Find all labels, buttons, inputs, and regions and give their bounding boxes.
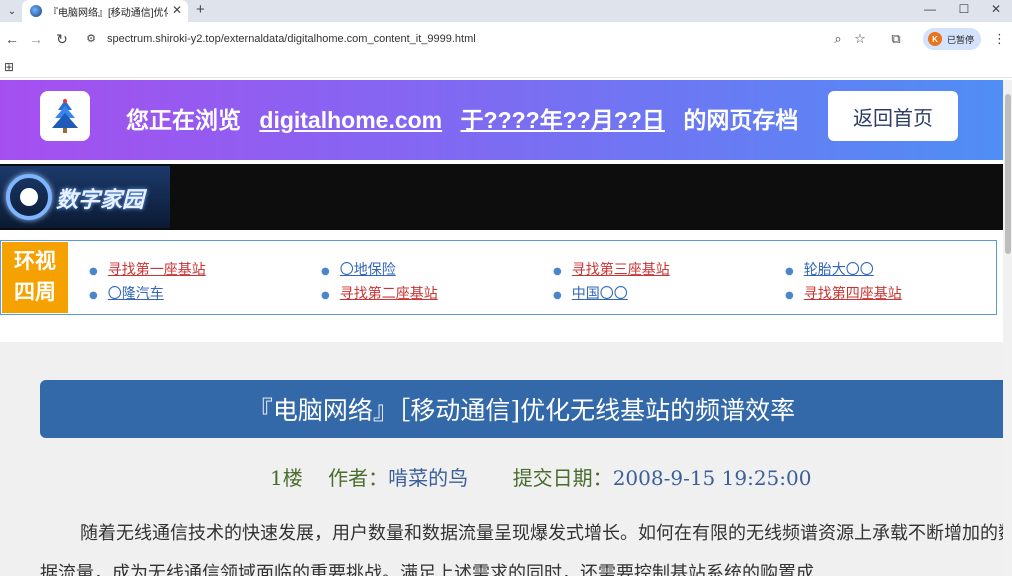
post-date: 2008-9-15 19:25:00 xyxy=(612,466,812,490)
bookmark-star-icon[interactable]: ☆ xyxy=(851,31,869,47)
archive-suffix: 的网页存档 xyxy=(683,107,799,133)
nav-list-item: ● 〇地保险 xyxy=(321,262,396,278)
maximize-icon[interactable]: ☐ xyxy=(949,2,979,16)
window-close-icon[interactable]: ✕ xyxy=(981,2,1011,16)
nav-link[interactable]: 寻找第二座基站 xyxy=(340,286,438,302)
return-home-button[interactable]: 返回首页 xyxy=(828,91,958,141)
tab-title: 『电脑网络』[移动通信]优化无 xyxy=(48,7,168,19)
nav-list-item: ● 轮胎大〇〇 xyxy=(785,262,874,278)
archive-logo[interactable] xyxy=(40,91,90,141)
nav-link[interactable]: 寻找第一座基站 xyxy=(108,262,206,278)
site-logo-text: 数字家园 xyxy=(56,187,145,212)
surroundings-nav: 环视 四周 ● 寻找第一座基站 ● 〇隆汽车 ● 〇地保险 ● 寻找第二座基站 ● 寻找第… xyxy=(0,240,997,315)
nav-column: ● 〇地保险 ● 寻找第二座基站 xyxy=(321,259,438,307)
nav-list-item: ● 寻找第一座基站 xyxy=(89,262,206,278)
menu-dots-icon[interactable]: ⋮ xyxy=(993,31,1006,47)
favicon-icon xyxy=(30,5,42,17)
nav-column: ● 轮胎大〇〇 ● 寻找第四座基站 xyxy=(785,259,902,307)
profile-button[interactable]: K 已暂停 xyxy=(923,28,981,50)
browser-tab[interactable]: 『电脑网络』[移动通信]优化无 ✕ xyxy=(22,0,188,22)
nav-list-item: ● 寻找第二座基站 xyxy=(321,286,438,302)
archive-domain-link[interactable]: digitalhome.com xyxy=(259,107,442,133)
archive-banner: 您正在浏览 digitalhome.com 于????年??月??日 的网页存档… xyxy=(0,80,1003,160)
address-bar[interactable]: spectrum.shiroki-y2.top/externaldata/dig… xyxy=(107,33,476,45)
nav-link[interactable]: 〇隆汽车 xyxy=(108,286,164,302)
bookmarks-bar: ⊞ xyxy=(0,56,1012,78)
archive-date[interactable]: 于????年??月??日 xyxy=(461,107,665,133)
new-tab-icon[interactable]: + xyxy=(196,1,205,18)
nav-link[interactable]: 轮胎大〇〇 xyxy=(804,262,874,278)
post-meta: 1楼 作者：啃菜的鸟 提交日期：2008-9-15 19:25:00 xyxy=(270,462,811,491)
profile-status: 已暂停 xyxy=(947,34,975,45)
page-scrollbar[interactable] xyxy=(1003,80,1012,576)
nav-link[interactable]: 寻找第三座基站 xyxy=(572,262,670,278)
tab-strip: ⌄ 『电脑网络』[移动通信]优化无 ✕ + — ☐ ✕ xyxy=(0,0,1012,22)
zoom-icon[interactable]: ⌕ xyxy=(829,31,847,47)
back-icon[interactable]: ← xyxy=(3,31,21,47)
author-label: 作者： xyxy=(328,466,389,490)
nav-link[interactable]: 寻找第四座基站 xyxy=(804,286,902,302)
article-container: 『电脑网络』［移动通信]优化无线基站的频谱效率 1楼 作者：啃菜的鸟 提交日期：… xyxy=(0,342,1003,576)
site-info-icon[interactable]: ⚙ xyxy=(82,31,100,47)
scrollbar-thumb[interactable] xyxy=(1005,94,1011,254)
forward-icon[interactable]: → xyxy=(27,31,45,47)
tab-search-icon[interactable]: ⌄ xyxy=(4,3,20,19)
avatar: K xyxy=(928,32,942,46)
nav-link[interactable]: 中国〇〇 xyxy=(572,286,628,302)
close-tab-icon[interactable]: ✕ xyxy=(172,3,182,17)
extensions-icon[interactable]: ⧉ xyxy=(887,31,905,47)
site-logo[interactable]: 数字家园 xyxy=(0,166,170,228)
nav-column: ● 寻找第三座基站 ● 中国〇〇 xyxy=(553,259,670,307)
reload-icon[interactable]: ↻ xyxy=(53,31,71,47)
date-label: 提交日期： xyxy=(512,466,613,490)
article-paragraph: 随着无线通信技术的快速发展，用户数量和数据流量呈现爆发式增长。如何在有限的无线频… xyxy=(40,523,1003,576)
nav-list-item: ● 〇隆汽车 xyxy=(89,286,164,302)
nav-column: ● 寻找第一座基站 ● 〇隆汽车 xyxy=(89,259,206,307)
floor-number: 1楼 xyxy=(270,466,303,490)
archive-prefix: 您正在浏览 xyxy=(126,107,241,133)
article-title: 『电脑网络』［移动通信]优化无线基站的频谱效率 xyxy=(40,380,1003,438)
tree-logo-icon xyxy=(52,99,78,133)
apps-grid-icon[interactable]: ⊞ xyxy=(4,60,14,74)
site-header: 数字家园 xyxy=(0,164,1003,230)
page-viewport: 您正在浏览 digitalhome.com 于????年??月??日 的网页存档… xyxy=(0,80,1003,576)
nav-list-item: ● 中国〇〇 xyxy=(553,286,628,302)
author-name: 啃菜的鸟 xyxy=(388,466,469,490)
minimize-icon[interactable]: — xyxy=(915,2,945,16)
archive-notice: 您正在浏览 digitalhome.com 于????年??月??日 的网页存档 xyxy=(126,101,798,135)
nav-list-item: ● 寻找第四座基站 xyxy=(785,286,902,302)
nav-label: 环视 四周 xyxy=(2,242,68,313)
nav-link[interactable]: 〇地保险 xyxy=(340,262,396,278)
nav-list-item: ● 寻找第三座基站 xyxy=(553,262,670,278)
browser-toolbar: ← → ↻ ⚙ spectrum.shiroki-y2.top/external… xyxy=(0,22,1012,56)
